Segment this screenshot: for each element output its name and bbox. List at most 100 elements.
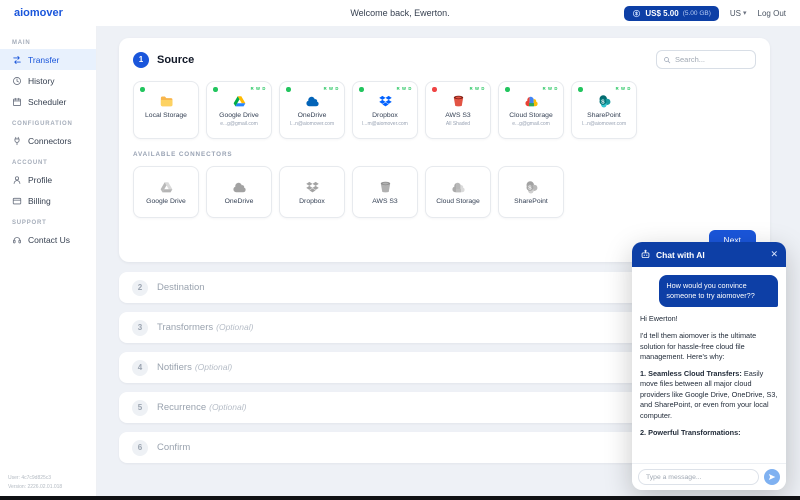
- available-connector-google-drive[interactable]: Google Drive: [133, 166, 199, 218]
- step-number: 4: [132, 359, 148, 376]
- step-label: Recurrence (Optional): [157, 402, 246, 413]
- step-label-text: Transformers: [157, 322, 214, 333]
- connector-name: Google Drive: [146, 197, 186, 205]
- balance-badge[interactable]: US$ 5.00 (5.00 GB): [624, 5, 719, 21]
- dropbox-icon: [378, 94, 393, 109]
- source-panel: 1 Source Local Storage R W D Google Driv…: [119, 38, 770, 262]
- ai-greeting: Hi Ewerton!: [640, 314, 678, 324]
- section-label-configuration: CONFIGURATION: [12, 121, 73, 127]
- sidebar-item-label: Transfer: [28, 54, 60, 65]
- cloud-storage-icon: [451, 180, 466, 195]
- ai-intro: I'd tell them aiomover is the ultimate s…: [640, 330, 757, 362]
- robot-icon: [640, 249, 651, 260]
- permissions-label: R W D: [396, 86, 412, 91]
- user-id-text: User: 4c7c9d825c3: [8, 475, 52, 481]
- connector-card-sharepoint[interactable]: R W D SharePoint l...n@aiomover.com: [571, 81, 637, 139]
- chat-title: Chat with AI: [656, 249, 705, 260]
- sidebar-item-transfer[interactable]: Transfer: [0, 49, 96, 70]
- available-connector-aws-s3[interactable]: AWS S3: [352, 166, 418, 218]
- connector-name: Cloud Storage: [509, 111, 553, 119]
- sidebar-item-label: Contact Us: [28, 234, 71, 245]
- source-title: Source: [157, 53, 195, 66]
- chat-widget: Chat with AI ✕ How would you convince so…: [632, 242, 786, 490]
- version-text: Version: 2226.02.01.018: [8, 483, 63, 490]
- chat-message-input[interactable]: [638, 469, 759, 485]
- history-icon: [12, 76, 22, 86]
- connector-name: AWS S3: [445, 111, 471, 119]
- aws-s3-icon: [378, 180, 393, 195]
- search-box[interactable]: [656, 50, 756, 69]
- aws-s3-icon: [451, 94, 466, 109]
- status-dot: [432, 87, 437, 92]
- plug-icon: [12, 136, 22, 146]
- sidebar-item-label: Connectors: [28, 135, 72, 146]
- search-input[interactable]: [675, 55, 749, 64]
- sidebar-item-profile[interactable]: Profile: [0, 169, 96, 190]
- sidebar-item-label: Billing: [28, 195, 51, 206]
- optional-label: (Optional): [209, 402, 247, 412]
- locale-select[interactable]: US ▾: [730, 9, 747, 18]
- chat-input-bar: [632, 463, 786, 490]
- available-connector-onedrive[interactable]: OneDrive: [206, 166, 272, 218]
- connector-name: OneDrive: [297, 111, 327, 119]
- section-label-main: MAIN: [12, 40, 31, 46]
- connector-card-local-storage[interactable]: Local Storage: [133, 81, 199, 139]
- connector-card-dropbox[interactable]: R W D Dropbox l...m@aiomover.com: [352, 81, 418, 139]
- connector-name: SharePoint: [514, 197, 548, 205]
- sidebar-item-history[interactable]: History: [0, 70, 96, 91]
- connector-name: Dropbox: [372, 111, 398, 119]
- chat-header: Chat with AI ✕: [632, 242, 786, 267]
- chat-body: How would you convince someone to try ai…: [632, 267, 786, 463]
- status-dot: [213, 87, 218, 92]
- step-label: Destination: [157, 282, 208, 293]
- search-icon: [663, 56, 671, 64]
- connector-card-cloud-storage[interactable]: R W D Cloud Storage e...g@gmail.com: [498, 81, 564, 139]
- available-connector-cloud-storage[interactable]: Cloud Storage: [425, 166, 491, 218]
- balance-quota: (5.00 GB): [682, 9, 711, 17]
- source-panel-header: 1 Source: [133, 50, 756, 69]
- sidebar-item-label: Profile: [28, 174, 53, 185]
- status-dot: [505, 87, 510, 92]
- connector-account: e...g@gmail.com: [512, 120, 550, 127]
- sidebar-item-contact-us[interactable]: Contact Us: [0, 229, 96, 250]
- permissions-label: R W D: [542, 86, 558, 91]
- sidebar-item-billing[interactable]: Billing: [0, 190, 96, 211]
- locale-value: US: [729, 8, 742, 18]
- connector-account: All Shaded: [445, 120, 471, 127]
- available-connector-dropbox[interactable]: Dropbox: [279, 166, 345, 218]
- sidebar-footer: User: 4c7c9d825c3 Version: 2226.02.01.01…: [8, 474, 62, 491]
- available-connector-sharepoint[interactable]: SharePoint: [498, 166, 564, 218]
- onedrive-icon: [305, 94, 320, 109]
- step-label-text: Notifiers: [157, 362, 192, 373]
- connector-name: Google Drive: [219, 111, 259, 119]
- connector-name: AWS S3: [372, 197, 398, 205]
- section-label-support: SUPPORT: [12, 220, 47, 226]
- topbar-right: US$ 5.00 (5.00 GB) US ▾ Log Out: [624, 5, 786, 21]
- status-dot: [578, 87, 583, 92]
- sidebar-item-scheduler[interactable]: Scheduler: [0, 91, 96, 112]
- google-drive-icon: [232, 94, 247, 109]
- dropbox-icon: [305, 180, 320, 195]
- sidebar-item-label: Scheduler: [28, 96, 67, 107]
- send-icon: [768, 473, 776, 481]
- connector-card-google-drive[interactable]: R W D Google Drive e...g@gmail.com: [206, 81, 272, 139]
- step-number-source: 1: [133, 51, 149, 68]
- folder-icon: [159, 94, 174, 109]
- step-number: 2: [132, 279, 148, 296]
- section-label-account: ACCOUNT: [12, 160, 48, 166]
- optional-label: (Optional): [194, 362, 233, 372]
- connector-card-aws-s3[interactable]: R W D AWS S3 All Shaded: [425, 81, 491, 139]
- bottom-strip: [0, 496, 800, 500]
- connector-card-onedrive[interactable]: R W D OneDrive l...n@aiomover.com: [279, 81, 345, 139]
- sidebar: MAIN Transfer History Scheduler CONFIGUR…: [0, 26, 97, 496]
- logout-button[interactable]: Log Out: [758, 9, 786, 18]
- transfer-icon: [12, 55, 22, 65]
- connector-account: l...n@aiomover.com: [581, 120, 627, 127]
- send-button[interactable]: [764, 469, 780, 485]
- close-icon[interactable]: ✕: [770, 249, 778, 260]
- connector-account: l...m@aiomover.com: [362, 120, 408, 127]
- sidebar-item-connectors[interactable]: Connectors: [0, 130, 96, 151]
- status-dot: [286, 87, 291, 92]
- step-label: Notifiers (Optional): [157, 362, 232, 373]
- permissions-label: R W D: [323, 86, 339, 91]
